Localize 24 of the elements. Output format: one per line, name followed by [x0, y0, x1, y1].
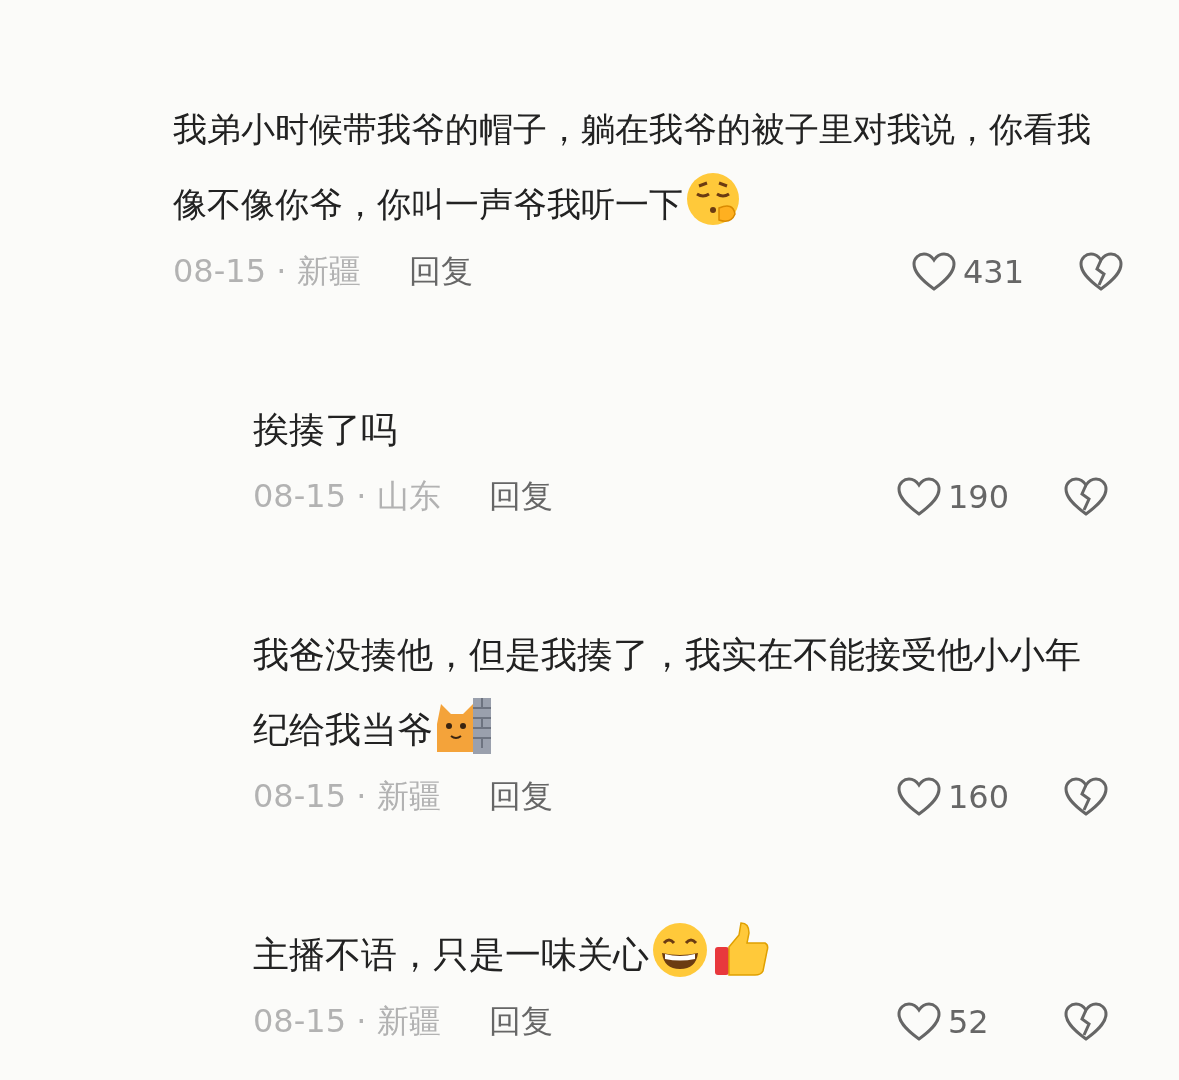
- like-count: 52: [948, 1003, 989, 1041]
- broken-heart-icon[interactable]: [1063, 476, 1109, 518]
- heart-icon[interactable]: [896, 776, 942, 818]
- heart-icon[interactable]: [911, 251, 957, 293]
- comment-text: 主播不语，只是一味关心: [253, 917, 1109, 992]
- reply-link[interactable]: 回复: [488, 775, 553, 819]
- broken-heart-icon[interactable]: [1063, 1001, 1109, 1043]
- date-location: 08-15 · 新疆: [253, 776, 441, 817]
- date-location: 08-15 · 新疆: [173, 251, 361, 292]
- reply-link[interactable]: 回复: [488, 475, 553, 519]
- date-location: 08-15 · 新疆: [253, 1001, 441, 1042]
- comment-text: 我爸没揍他，但是我揍了，我实在不能接受他小小年纪给我当爷: [253, 617, 1109, 767]
- like-count: 190: [948, 478, 1010, 516]
- like-count: 431: [963, 253, 1025, 291]
- broken-heart-icon[interactable]: [1063, 776, 1109, 818]
- heart-icon[interactable]: [896, 1001, 942, 1043]
- broken-heart-icon[interactable]: [1078, 251, 1124, 293]
- comment-text: 挨揍了吗: [253, 408, 398, 452]
- reply-link[interactable]: 回复: [408, 250, 473, 294]
- heart-icon[interactable]: [896, 476, 942, 518]
- like-count: 160: [948, 778, 1010, 816]
- reply-link[interactable]: 回复: [488, 1000, 553, 1044]
- comment-text: 我弟小时候带我爷的帽子，躺在我爷的被子里对我说，你看我像不像你爷，你叫一声爷我听一下: [173, 92, 1124, 242]
- date-location: 08-15 · 山东: [253, 476, 441, 517]
